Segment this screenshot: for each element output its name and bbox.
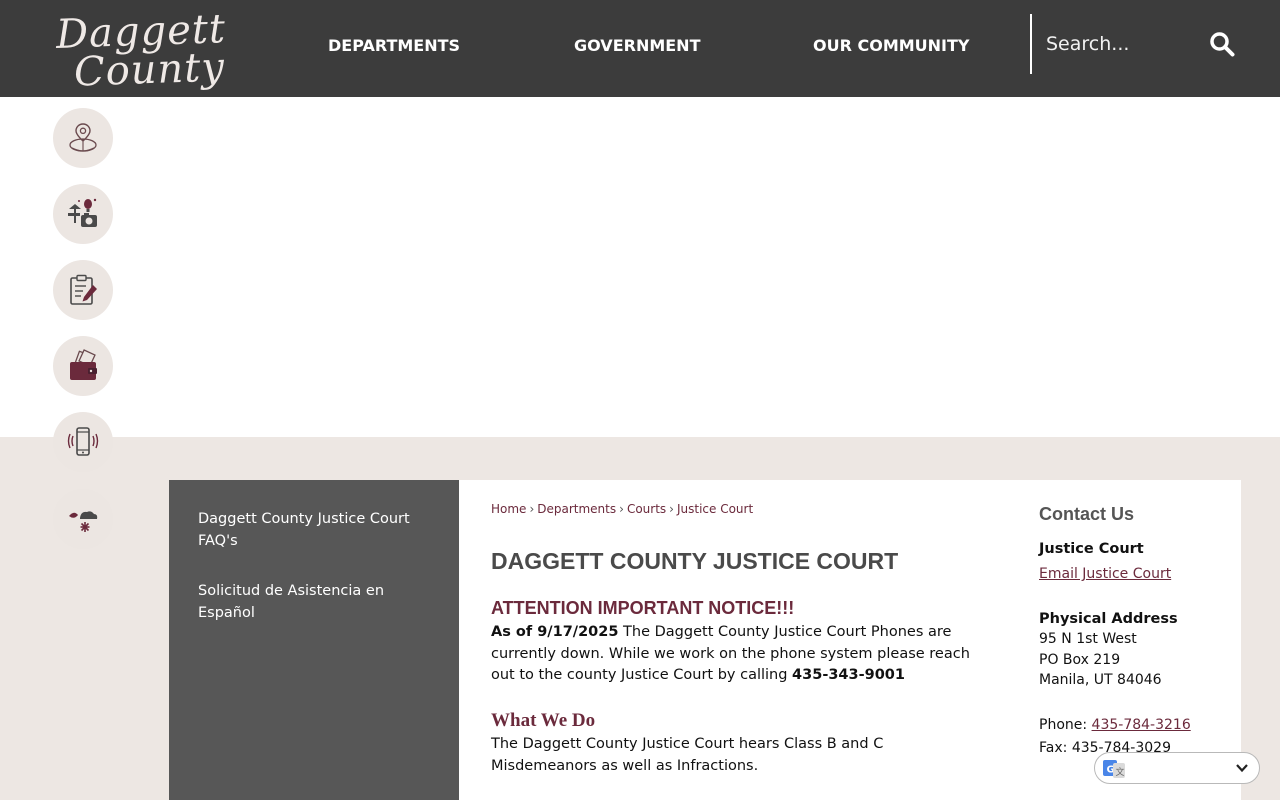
phone-label: Phone: xyxy=(1039,716,1092,733)
site-header: Daggett County DEPARTMENTS GOVERNMENT OU… xyxy=(0,0,1280,97)
wallet-icon xyxy=(70,349,97,380)
breadcrumb-home[interactable]: Home xyxy=(491,502,526,516)
breadcrumb-departments[interactable]: Departments xyxy=(537,502,616,516)
sidenav-item-spanish-assistance[interactable]: Solicitud de Asistencia en Español xyxy=(198,580,430,624)
weather-icon xyxy=(69,511,98,532)
fax-label: Fax: xyxy=(1039,740,1072,756)
breadcrumb-courts[interactable]: Courts xyxy=(627,502,666,516)
search-button[interactable] xyxy=(1204,26,1240,62)
email-justice-court-link[interactable]: Email Justice Court xyxy=(1039,566,1171,582)
quick-link-forms[interactable] xyxy=(53,260,113,320)
map-pin-globe-icon xyxy=(69,123,97,152)
nav-government[interactable]: GOVERNMENT xyxy=(574,36,700,55)
breadcrumb-sep: › xyxy=(529,502,535,516)
address-line-3: Manila, UT 84046 xyxy=(1039,672,1162,688)
search-icon xyxy=(1210,32,1235,57)
recreation-camera-icon xyxy=(68,198,97,227)
search-divider xyxy=(1030,14,1032,74)
notice-date: As of 9/17/2025 xyxy=(491,624,619,640)
contact-heading: Contact Us xyxy=(1039,504,1135,524)
search-input[interactable] xyxy=(1040,26,1200,62)
google-translate-select[interactable]: G 文 xyxy=(1094,752,1260,784)
county-logo[interactable]: Daggett County xyxy=(55,6,226,96)
page-title: DAGGETT COUNTY JUSTICE COURT xyxy=(491,548,899,574)
quick-link-notifications[interactable] xyxy=(53,412,113,472)
address-line-2: PO Box 219 xyxy=(1039,651,1121,668)
contact-name: Justice Court xyxy=(1039,540,1144,557)
side-nav: Daggett County Justice Court FAQ's Solic… xyxy=(169,480,459,800)
chevron-down-icon xyxy=(1236,764,1248,773)
phone-line: Phone: 435-784-3216 xyxy=(1039,715,1229,736)
phone-link[interactable]: 435-784-3216 xyxy=(1092,717,1191,733)
what-we-do-heading: What We Do xyxy=(491,710,596,731)
mobile-phone-icon xyxy=(67,427,99,456)
svg-text:文: 文 xyxy=(1116,766,1125,778)
breadcrumb-sep: › xyxy=(669,502,674,516)
quick-link-recreation[interactable] xyxy=(53,184,113,244)
what-we-do-text: The Daggett County Justice Court hears C… xyxy=(491,736,884,774)
notice-text: As of 9/17/2025 The Daggett County Justi… xyxy=(491,622,981,687)
address-heading: Physical Address xyxy=(1039,610,1178,627)
quick-link-map[interactable] xyxy=(53,108,113,168)
nav-departments[interactable]: DEPARTMENTS xyxy=(328,36,460,55)
breadcrumb: Home › Departments › Courts › Justice Court xyxy=(491,502,753,516)
google-translate-icon: G 文 xyxy=(1103,760,1125,778)
breadcrumb-sep: › xyxy=(619,502,624,516)
quick-link-payments[interactable] xyxy=(53,336,113,396)
nav-our-community[interactable]: OUR COMMUNITY xyxy=(813,36,970,55)
quick-link-weather[interactable] xyxy=(53,489,113,549)
address-line-1: 95 N 1st West xyxy=(1039,631,1137,647)
logo-line-2: County xyxy=(73,44,226,96)
clipboard-pencil-icon xyxy=(70,274,97,305)
sidenav-item-faqs[interactable]: Daggett County Justice Court FAQ's xyxy=(198,508,430,552)
notice-heading: ATTENTION IMPORTANT NOTICE!!! xyxy=(491,598,795,618)
breadcrumb-justice-court[interactable]: Justice Court xyxy=(677,502,753,516)
contact-us: Contact Us Justice Court Email Justice C… xyxy=(1039,504,1229,759)
notice-phone: 435-343-9001 xyxy=(792,667,905,683)
